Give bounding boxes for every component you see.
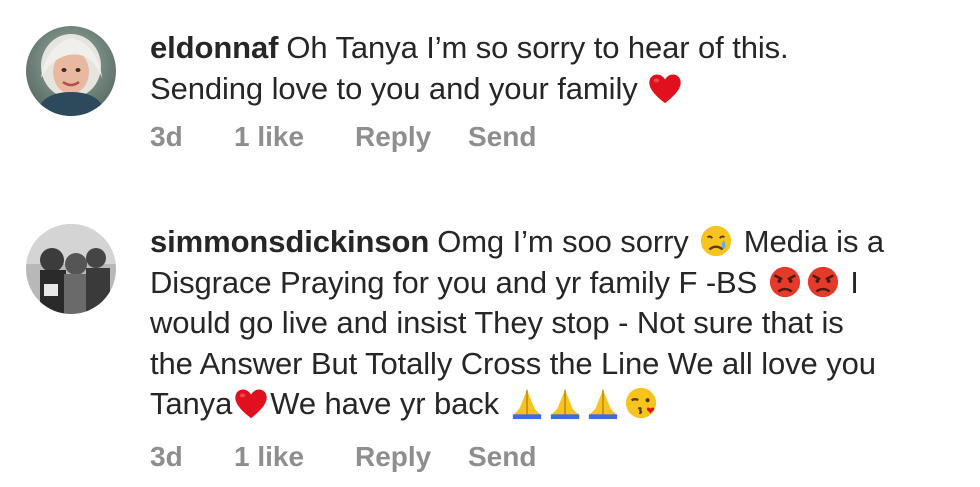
comment-text-part5: would go live and insist They stop - Not… [150, 305, 844, 340]
reply-button[interactable]: Reply [355, 441, 431, 473]
comment-text-line2: Sending love to you and your family [150, 70, 638, 106]
red-heart-icon [235, 389, 267, 419]
comment-text: simmonsdickinson Omg I’m soo sorry Media … [150, 222, 966, 425]
comment-text-part8: We have yr back [270, 386, 500, 421]
avatar-simmonsdickinson-image [26, 224, 116, 314]
comment-text-part2: Media is a [743, 224, 885, 259]
angry-face-icon [807, 266, 838, 297]
comment-text-part1: Omg I’m soo sorry [437, 224, 689, 259]
likes-count-button[interactable]: 1 like [234, 441, 304, 473]
comment-username[interactable]: eldonnaf [150, 30, 278, 65]
avatar[interactable] [26, 26, 116, 116]
likes-count-button[interactable]: 1 like [234, 121, 304, 153]
send-button[interactable]: Send [468, 121, 536, 153]
kissing-wink-face-icon [625, 387, 656, 419]
comment-time: 3d [150, 121, 183, 152]
praying-hands-icon [588, 389, 617, 420]
praying-hands-icon [550, 389, 579, 420]
comment-text-part4: I [850, 264, 859, 300]
avatar[interactable] [26, 224, 116, 314]
comment-username[interactable]: simmonsdickinson [150, 224, 429, 259]
reply-button[interactable]: Reply [355, 121, 431, 153]
red-heart-icon [649, 74, 681, 103]
comment-time: 3d [150, 441, 183, 472]
avatar-eldonnaf-image [26, 26, 116, 116]
praying-hands-icon [512, 389, 541, 420]
comment-text: eldonnaf Oh Tanya I’m so sorry to hear of… [150, 28, 966, 109]
comment-text-line1: Oh Tanya I’m so sorry to hear of this. [286, 30, 789, 65]
crying-face-icon [701, 225, 732, 257]
comment-text-part7: Tanya [150, 386, 233, 421]
comment-text-part6: the Answer But Totally Cross the Line We… [150, 345, 876, 381]
send-button[interactable]: Send [468, 441, 536, 473]
comment-text-part3: Disgrace Praying for you and yr family F… [150, 264, 758, 300]
angry-face-icon [769, 266, 800, 297]
